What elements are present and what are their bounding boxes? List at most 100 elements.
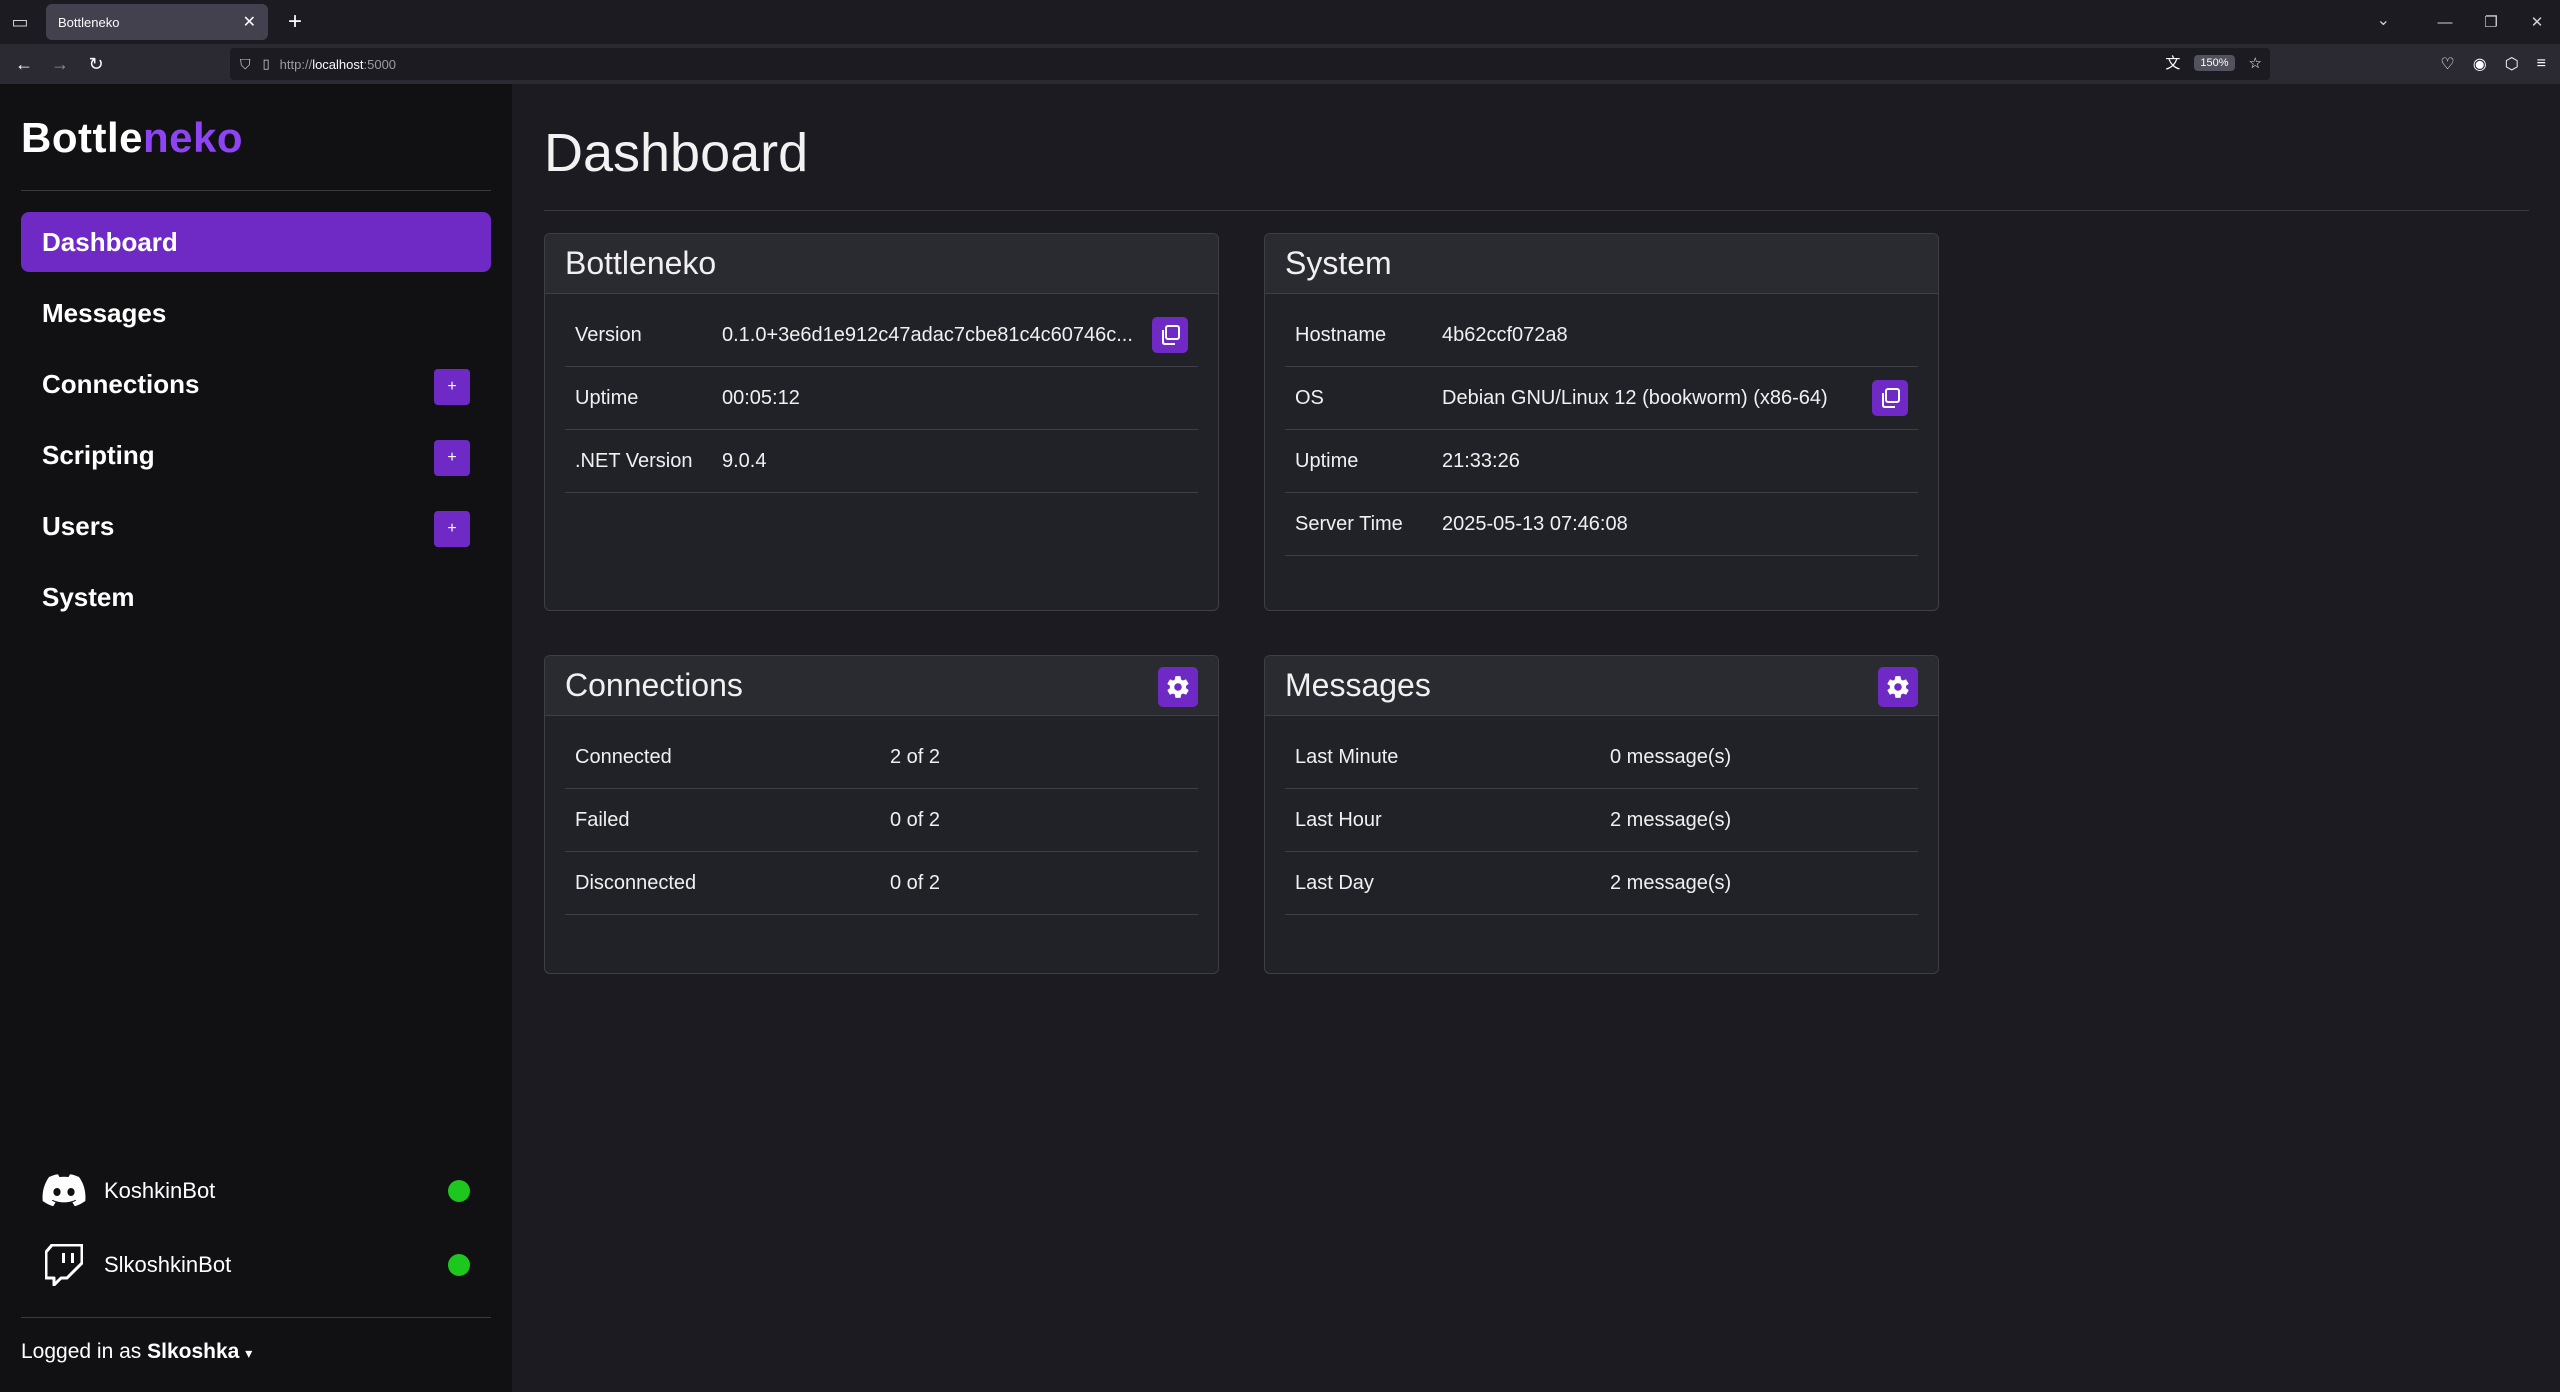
sidebar-item-label: Connections [42,368,200,399]
row-value: Debian GNU/Linux 12 (bookworm) (x86-64) [1442,386,1828,409]
add-connection-button[interactable]: + [434,369,470,405]
page-icon[interactable]: ▯ [263,56,270,72]
row-label: Connected [575,745,672,768]
table-row: OS Debian GNU/Linux 12 (bookworm) (x86-6… [1285,367,1918,430]
app: Bottleneko Dashboard Messages Connection… [0,84,2560,1392]
copy-icon [1882,388,1900,408]
row-label: Version [575,323,642,346]
row-value: 21:33:26 [1442,449,1520,472]
table-row: Connected 2 of 2 [565,726,1198,789]
extensions-icon[interactable]: ⬡ [2505,54,2519,74]
row-label: Last Hour [1295,808,1382,831]
add-user-button[interactable]: + [434,511,470,547]
sidebar-item-label: Dashboard [42,226,178,257]
sidebar-item-system[interactable]: System [21,567,491,627]
url-protocol: http:// [279,56,313,72]
page-title: Dashboard [544,123,809,183]
row-value: 00:05:12 [722,386,800,409]
close-window-icon[interactable]: ✕ [2514,13,2560,31]
tab-list-icon[interactable]: ▭ [0,0,40,44]
url-bar[interactable]: ⛉ ▯ http:// localhost :5000 文 150% ☆ [230,48,2270,80]
table-row: Server Time 2025-05-13 07:46:08 [1285,493,1918,556]
copy-icon [1162,325,1180,345]
user-menu[interactable]: Logged in as Slkoshka ▾ [21,1340,252,1364]
sidebar-item-dashboard[interactable]: Dashboard [21,212,491,272]
table-row: Uptime 21:33:26 [1285,430,1918,493]
card-title: System [1285,245,1392,281]
sidebar-item-messages[interactable]: Messages [21,283,491,343]
row-value: 4b62ccf072a8 [1442,323,1568,346]
bot-list: KoshkinBot SlkoshkinBot [21,1154,491,1302]
table-row: Hostname 4b62ccf072a8 [1285,304,1918,367]
system-card: System Hostname 4b62ccf072a8 OS Debian G… [1264,233,1939,611]
messages-settings-button[interactable] [1878,667,1918,707]
row-value: 2025-05-13 07:46:08 [1442,512,1628,535]
tab-title: Bottleneko [58,14,120,30]
status-online-indicator [448,1180,470,1202]
bot-name: SlkoshkinBot [104,1252,232,1277]
account-icon[interactable]: ◉ [2473,54,2487,74]
row-label: Disconnected [575,871,697,894]
row-value: 0.1.0+3e6d1e912c47adac7cbe81c4c60746c... [722,323,1133,346]
brand-logo[interactable]: Bottleneko [21,114,243,162]
caret-down-icon: ▾ [245,1345,253,1361]
browser-tabbar: ▭ Bottleneko ✕ + ⌄ — ❐ ✕ [0,0,2560,44]
divider [544,210,2529,211]
bottleneko-card: Bottleneko Version 0.1.0+3e6d1e912c47ada… [544,233,1219,611]
card-header: Bottleneko [545,234,1218,294]
zoom-badge[interactable]: 150% [2194,54,2235,71]
sidebar: Bottleneko Dashboard Messages Connection… [0,84,512,1392]
row-label: Uptime [1295,449,1359,472]
add-script-button[interactable]: + [434,440,470,476]
row-label: OS [1295,386,1324,409]
bookmark-star-icon[interactable]: ☆ [2249,54,2262,72]
row-value: 0 of 2 [890,808,941,831]
pocket-icon[interactable]: ♡ [2440,54,2454,74]
reload-icon[interactable]: ↻ [78,54,114,75]
bot-item[interactable]: SlkoshkinBot [21,1228,491,1302]
back-icon[interactable]: ← [6,54,42,75]
connections-card: Connections Connected 2 of 2 Failed 0 of… [544,655,1219,974]
sidebar-item-scripting[interactable]: Scripting + [21,425,491,485]
twitch-icon [42,1243,86,1287]
table-row: Last Day 2 message(s) [1285,852,1918,915]
divider [21,1317,491,1318]
row-value: 2 message(s) [1610,871,1732,894]
copy-os-button[interactable] [1872,380,1908,416]
table-row: Last Minute 0 message(s) [1285,726,1918,789]
brand-main: Bottle [21,114,143,161]
shield-icon[interactable]: ⛉ [240,56,251,73]
card-header: Connections [545,656,1218,716]
browser-tab[interactable]: Bottleneko ✕ [46,4,268,40]
minimize-icon[interactable]: — [2422,14,2468,31]
bot-item[interactable]: KoshkinBot [21,1154,491,1228]
messages-card: Messages Last Minute 0 message(s) Last H… [1264,655,1939,974]
menu-icon[interactable]: ≡ [2537,55,2546,73]
new-tab-button[interactable]: + [280,8,310,36]
status-online-indicator [448,1254,470,1276]
row-value: 2 of 2 [890,745,941,768]
row-label: Last Day [1295,871,1374,894]
sidebar-item-label: Messages [42,297,167,328]
forward-icon[interactable]: → [42,54,78,75]
row-label: Hostname [1295,323,1387,346]
url-port: :5000 [363,56,397,72]
tab-close-icon[interactable]: ✕ [243,12,256,32]
card-header: System [1265,234,1938,294]
tab-overflow-icon[interactable]: ⌄ [2377,10,2390,30]
table-row: Version 0.1.0+3e6d1e912c47adac7cbe81c4c6… [565,304,1198,367]
row-label: .NET Version [575,449,693,472]
copy-version-button[interactable] [1152,317,1188,353]
sidebar-item-label: System [42,581,135,612]
sidebar-item-connections[interactable]: Connections + [21,354,491,414]
row-value: 2 message(s) [1610,808,1732,831]
divider [21,190,491,191]
logged-in-prefix: Logged in as [21,1340,142,1363]
translate-icon[interactable]: 文 [2165,52,2180,73]
gear-icon [1887,676,1909,698]
brand-accent: neko [143,114,244,161]
logged-in-user: Slkoshka [147,1340,240,1363]
connections-settings-button[interactable] [1158,667,1198,707]
restore-icon[interactable]: ❐ [2468,13,2514,31]
sidebar-item-users[interactable]: Users + [21,496,491,556]
